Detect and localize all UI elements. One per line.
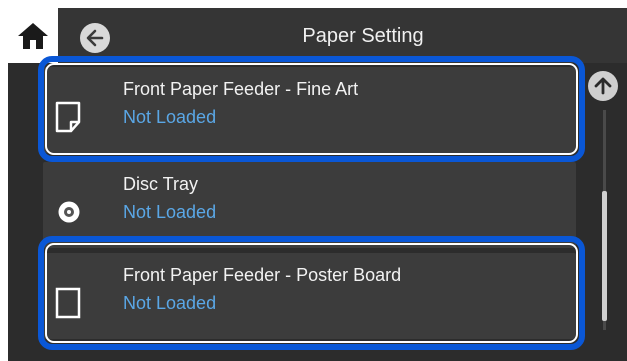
paper-source-item-poster-board[interactable]: Front Paper Feeder - Poster Board Not Lo… xyxy=(43,253,576,339)
page-title: Paper Setting xyxy=(302,25,424,47)
paper-source-status: Not Loaded xyxy=(123,107,217,127)
paper-source-item-disc-tray[interactable]: Disc Tray Not Loaded xyxy=(43,162,576,248)
scroll-up-button[interactable] xyxy=(588,71,618,101)
paper-source-name: Disc Tray xyxy=(123,174,199,194)
scroll-up-arrow-icon xyxy=(594,77,612,95)
back-button[interactable] xyxy=(80,23,110,53)
home-button[interactable] xyxy=(8,8,58,63)
paper-source-item-fine-art[interactable]: Front Paper Feeder - Fine Art Not Loaded xyxy=(43,67,576,153)
top-bar: Paper Setting xyxy=(8,8,627,63)
back-arrow-icon xyxy=(86,29,104,47)
paper-source-name: Front Paper Feeder - Poster Board xyxy=(123,265,402,285)
paper-source-status: Not Loaded xyxy=(123,293,217,313)
paper-source-status: Not Loaded xyxy=(123,202,217,222)
home-icon xyxy=(18,22,48,49)
disc-icon xyxy=(57,200,81,229)
sheet-icon xyxy=(53,286,83,325)
paper-source-name: Front Paper Feeder - Fine Art xyxy=(123,79,359,99)
sheet-folded-corner-icon xyxy=(53,100,83,139)
scrollbar-thumb[interactable] xyxy=(602,191,607,321)
